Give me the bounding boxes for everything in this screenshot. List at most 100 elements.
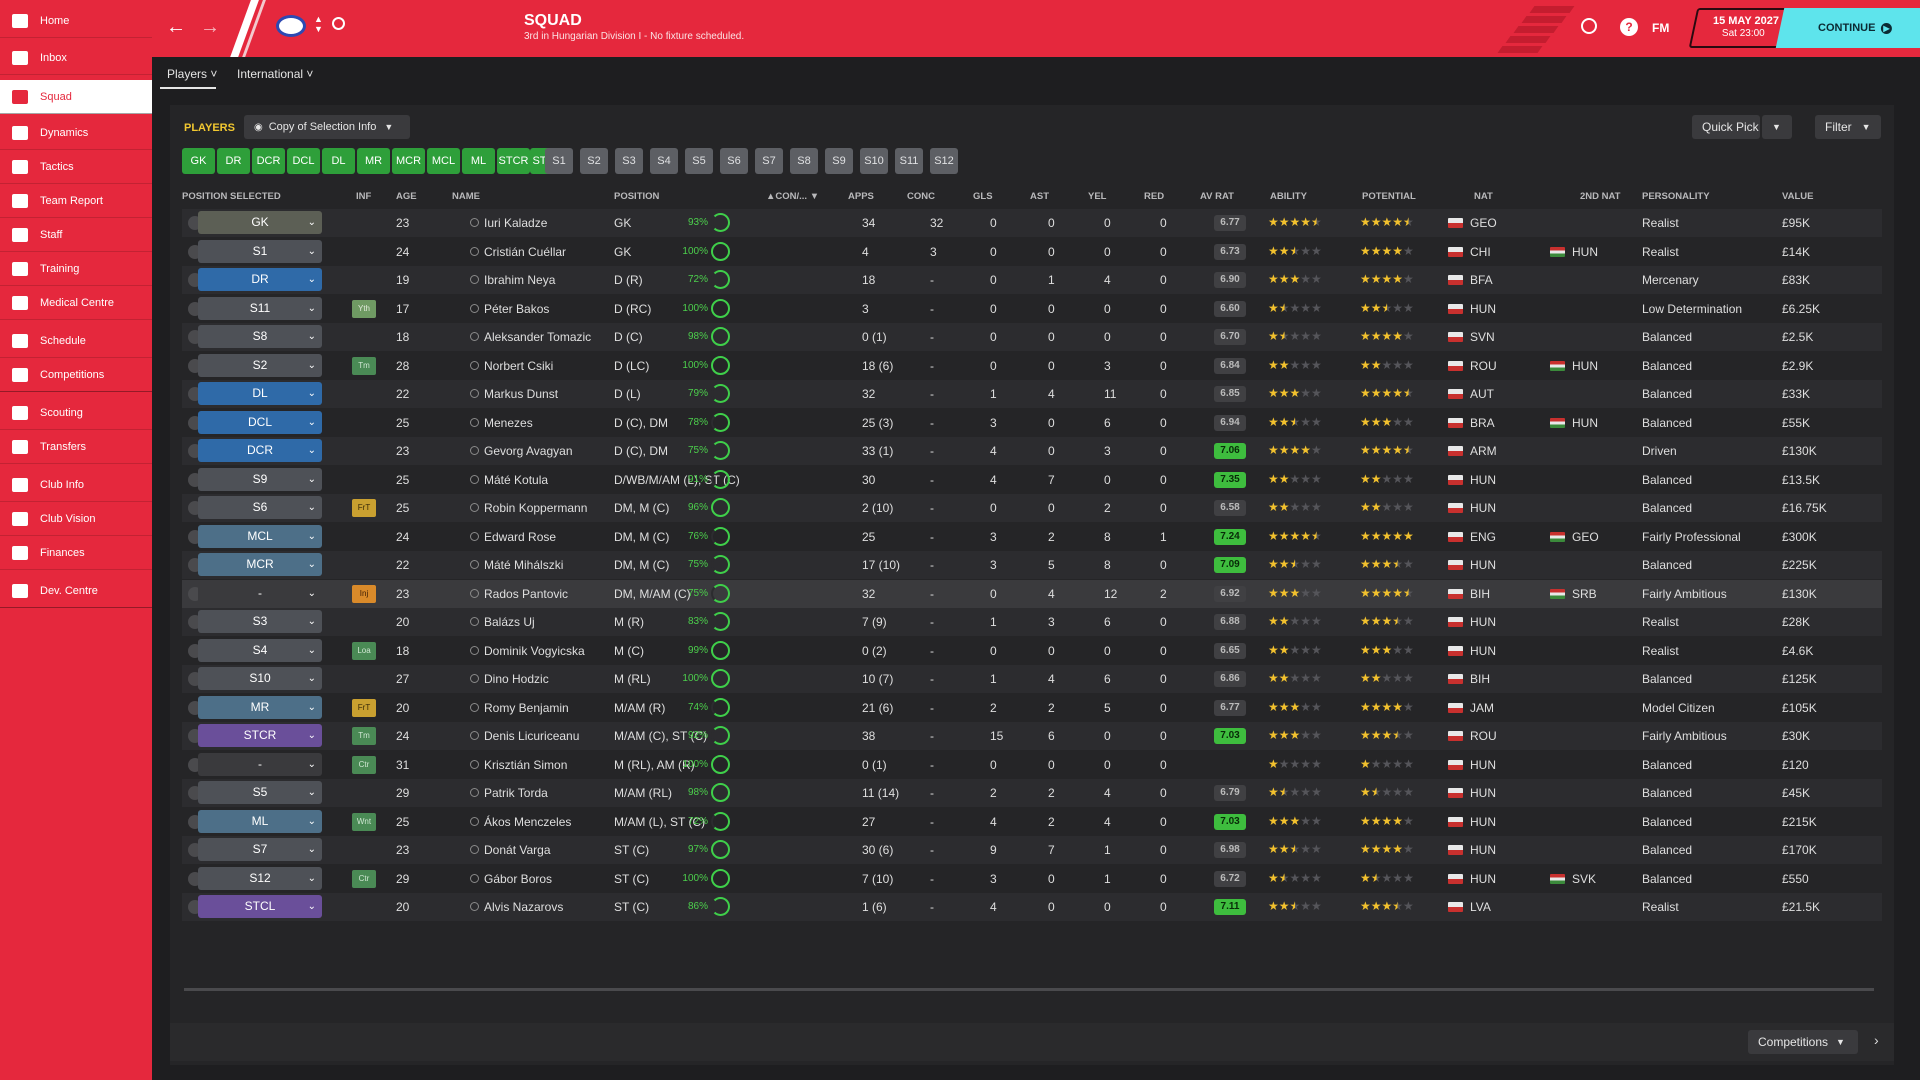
pos-button-s3[interactable]: S3 [615,148,643,174]
position-select[interactable]: S12 ⌄ [198,866,322,890]
table-row[interactable]: S5 ⌄ 29 Patrik Torda M/AM (RL) 98% 11 (14) - 2 2 4… [182,779,1882,807]
player-name[interactable]: Máté Kotula [484,473,548,487]
back-arrow-icon[interactable]: ← [166,16,186,39]
sidebar-item-scouting[interactable]: Scouting [0,396,152,430]
table-row[interactable]: S6 ⌄ FrT 25 Robin Koppermann DM, M (C) 96% 2 (1… [182,494,1882,522]
pos-button-s11[interactable]: S11 [895,148,923,174]
position-select[interactable]: - ⌄ [198,581,322,605]
search-icon[interactable] [332,17,345,30]
sidebar-item-competitions[interactable]: Competitions [0,358,152,392]
sidebar-item-finances[interactable]: Finances [0,536,152,570]
sidebar-item-team-report[interactable]: Team Report [0,184,152,218]
table-row[interactable]: S10 ⌄ 27 Dino Hodzic M (RL) 100% 10 (7) - 1 4 6 0 6.… [182,665,1882,693]
table-row[interactable]: S7 ⌄ 23 Donát Varga ST (C) 97% 30 (6) - 9 7 1 0 6.98… [182,836,1882,864]
position-select[interactable]: MR ⌄ [198,695,322,719]
table-row[interactable]: - ⌄ Ctr 31 Krisztián Simon M (RL), AM (R) 100%… [182,751,1882,779]
position-select[interactable]: S3 ⌄ [198,610,322,633]
pos-button-s5[interactable]: S5 [685,148,713,174]
player-name[interactable]: Menezes [484,416,533,430]
table-row[interactable]: DCL ⌄ 25 Menezes D (C), DM 78% 25 (3) - 3 0 6 0 6.94… [182,409,1882,437]
col-potential[interactable]: POTENTIAL [1362,191,1416,202]
pos-button-ml[interactable]: ML [462,148,495,174]
position-select[interactable]: MCL ⌄ [198,524,322,548]
player-name[interactable]: Máté Mihálszki [484,558,563,572]
col-con[interactable]: ▲CON/... ▼ [766,191,819,202]
pos-button-dcl[interactable]: DCL [287,148,320,174]
col-nat2[interactable]: 2ND NAT [1580,191,1620,202]
player-name[interactable]: Robin Koppermann [484,501,587,515]
col-inf[interactable]: INF [356,191,371,202]
player-name[interactable]: Dino Hodzic [484,672,549,686]
club-badge-icon[interactable] [276,15,306,37]
col-conc[interactable]: CONC [907,191,935,202]
position-select[interactable]: S9 ⌄ [198,467,322,491]
position-select[interactable]: STCR ⌄ [198,724,322,747]
pos-button-dl[interactable]: DL [322,148,355,174]
horizontal-scrollbar[interactable] [184,988,1874,991]
position-select[interactable]: - ⌄ [198,752,322,776]
sidebar-item-medical-centre[interactable]: Medical Centre [0,286,152,320]
player-name[interactable]: Gevorg Avagyan [484,444,573,458]
position-select[interactable]: ML ⌄ [198,809,322,833]
col-red[interactable]: RED [1144,191,1164,202]
col-age[interactable]: AGE [396,191,417,202]
sidebar-item-staff[interactable]: Staff [0,218,152,252]
player-name[interactable]: Aleksander Tomazic [484,330,591,344]
sidebar-item-home[interactable]: Home [0,4,152,38]
sidebar-item-training[interactable]: Training [0,252,152,286]
table-row[interactable]: S2 ⌄ Tm 28 Norbert Csiki D (LC) 100% 18 (6) - 0 0 3… [182,352,1882,380]
pos-button-mcr[interactable]: MCR [392,148,425,174]
position-select[interactable]: S2 ⌄ [198,353,322,377]
forward-arrow-icon[interactable]: → [200,16,220,39]
position-select[interactable]: S7 ⌄ [198,838,322,861]
chevron-right-icon[interactable]: › [1874,1032,1879,1048]
player-name[interactable]: Ibrahim Neya [484,273,555,287]
player-name[interactable]: Krisztián Simon [484,758,567,772]
table-row[interactable]: S8 ⌄ 18 Aleksander Tomazic D (C) 98% 0 (1) - 0 0 0… [182,323,1882,351]
pos-button-dr[interactable]: DR [217,148,250,174]
filter-button[interactable]: Filter ▼ [1815,115,1881,139]
table-row[interactable]: S1 ⌄ 24 Cristián Cuéllar GK 100% 4 3 0 0 0 0 6.73 ★★★… [182,238,1882,266]
view-select[interactable]: ◉ Copy of Selection Info ▼ [244,115,410,139]
player-name[interactable]: Péter Bakos [484,302,549,316]
position-select[interactable]: S1 ⌄ [198,239,322,263]
col-avrat[interactable]: AV RAT [1200,191,1234,202]
pos-button-mcl[interactable]: MCL [427,148,460,174]
table-row[interactable]: GK ⌄ 23 Iuri Kaladze GK 93% 34 32 0 0 0 0 6.77 ★★★★★ ★… [182,209,1882,237]
player-name[interactable]: Alvis Nazarovs [484,900,563,914]
player-name[interactable]: Rados Pantovic [484,587,568,601]
sidebar-item-schedule[interactable]: Schedule [0,324,152,358]
quick-pick-dropdown[interactable]: ▼ [1762,115,1792,139]
sidebar-item-club-info[interactable]: Club Info [0,468,152,502]
sidebar-item-transfers[interactable]: Transfers [0,430,152,464]
help-icon[interactable]: ? [1620,18,1638,36]
tab-international[interactable]: International ˅ [237,67,313,81]
player-name[interactable]: Denis Licuriceanu [484,729,579,743]
position-select[interactable]: DR ⌄ [198,268,322,291]
player-name[interactable]: Balázs Uj [484,615,535,629]
chevron-updown-icon[interactable]: ▲ ▼ [314,14,323,34]
table-row[interactable]: MR ⌄ FrT 20 Romy Benjamin M/AM (R) 74% 21 (6) -2… [182,694,1882,722]
quick-pick-button[interactable]: Quick Pick [1692,115,1760,139]
sidebar-item-dev-centre[interactable]: Dev. Centre [0,574,152,608]
table-row[interactable]: S11 ⌄ Yth 17 Péter Bakos D (RC) 100% 3 - 0 0 0 0 6.60… [182,295,1882,323]
table-row[interactable]: STCL ⌄ 20 Alvis Nazarovs ST (C) 86% 1 (6) - 4 0 0 0… [182,893,1882,921]
pos-button-s7[interactable]: S7 [755,148,783,174]
position-select[interactable]: S11 ⌄ [198,296,322,320]
col-pos[interactable]: POSITION SELECTED [182,191,281,202]
sidebar-item-inbox[interactable]: Inbox [0,41,152,75]
position-select[interactable]: DL ⌄ [198,382,322,405]
table-row[interactable]: ML ⌄ Wnt 25 Ákos Menczeles M/AM (L), ST (C) 72… [182,808,1882,836]
pos-button-s2[interactable]: S2 [580,148,608,174]
table-row[interactable]: S12 ⌄ Ctr 29 Gábor Boros ST (C) 100% 7 (10) - 3 0 1… [182,865,1882,893]
position-select[interactable]: STCL ⌄ [198,895,322,918]
position-select[interactable]: S4 ⌄ [198,638,322,662]
pos-button-s8[interactable]: S8 [790,148,818,174]
table-row[interactable]: S9 ⌄ 25 Máté Kotula D/WB/M/AM (L), ST (C) 91%… [182,466,1882,494]
col-ability[interactable]: ABILITY [1270,191,1307,202]
player-name[interactable]: Cristián Cuéllar [484,245,566,259]
table-row[interactable]: STCR ⌄ Tm 24 Denis Licuriceanu M/AM (C), ST (… [182,722,1882,750]
table-row[interactable]: DL ⌄ 22 Markus Dunst D (L) 79% 32 - 1 4 11 0 6.85 ★★★… [182,380,1882,408]
position-select[interactable]: S10 ⌄ [198,667,322,690]
position-select[interactable]: S8 ⌄ [198,325,322,348]
